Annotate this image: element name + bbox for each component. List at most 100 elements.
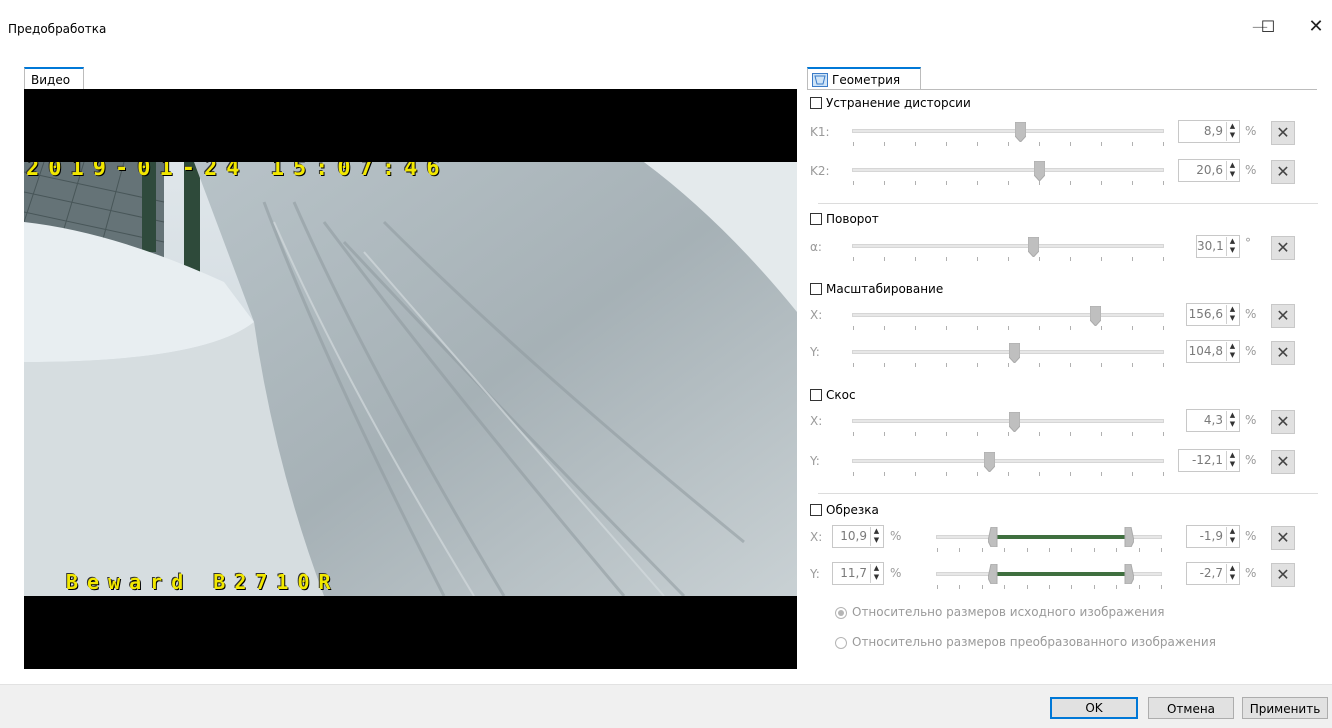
crop-x-label: X: — [810, 530, 823, 544]
crop-y-range-left-thumb[interactable] — [987, 564, 999, 584]
scale-y-label: Y: — [810, 345, 820, 359]
tab-video-label: Видео — [31, 73, 71, 87]
k2-slider-track[interactable] — [852, 168, 1164, 172]
scale-y-spinner[interactable]: ▲ ▼ — [1226, 342, 1238, 361]
crop-y-left-value: 11,7 — [840, 566, 867, 580]
skew-x-value-input[interactable]: 4,3 ▲ ▼ — [1186, 409, 1240, 432]
k2-reset-button[interactable]: ✕ — [1271, 160, 1295, 184]
k1-slider-track[interactable] — [852, 129, 1164, 133]
skew-y-slider-thumb[interactable] — [984, 452, 996, 472]
crop-relative-transformed-label: Относительно размеров преобразованного и… — [852, 635, 1216, 649]
separator — [818, 493, 1318, 494]
scale-x-spinner[interactable]: ▲ ▼ — [1226, 305, 1238, 324]
skew-y-spinner[interactable]: ▲ ▼ — [1226, 451, 1238, 470]
crop-x-left-unit: % — [890, 529, 902, 543]
alpha-slider-ticks — [853, 257, 1164, 261]
scale-y-slider-track[interactable] — [852, 350, 1164, 354]
scale-y-reset-button[interactable]: ✕ — [1271, 341, 1295, 365]
skew-y-slider-track[interactable] — [852, 459, 1164, 463]
skew-x-slider-track[interactable] — [852, 419, 1164, 423]
close-button[interactable]: ✕ — [1296, 14, 1332, 40]
crop-x-right-value: -1,9 — [1199, 529, 1223, 543]
alpha-reset-button[interactable]: ✕ — [1271, 236, 1295, 260]
alpha-value: 30,1 — [1197, 239, 1224, 253]
scale-x-value-input[interactable]: 156,6 ▲ ▼ — [1186, 303, 1240, 326]
skew-x-slider-thumb[interactable] — [1009, 412, 1021, 432]
k1-spinner[interactable]: ▲ ▼ — [1226, 122, 1238, 141]
skew-y-slider-ticks — [853, 472, 1164, 476]
tab-geometry[interactable]: Геометрия — [807, 67, 921, 89]
crop-y-left-unit: % — [890, 566, 902, 580]
crop-x-range-left-thumb[interactable] — [987, 527, 999, 547]
skew-x-unit: % — [1245, 413, 1257, 427]
scale-y-value-input[interactable]: 104,8 ▲ ▼ — [1186, 340, 1240, 363]
rotation-checkbox[interactable] — [810, 213, 822, 225]
video-camera-label: Beward B2710R — [66, 570, 340, 594]
skew-x-label: X: — [810, 414, 823, 428]
k2-spinner[interactable]: ▲ ▼ — [1226, 161, 1238, 180]
close-icon: ✕ — [1276, 565, 1290, 584]
scale-x-reset-button[interactable]: ✕ — [1271, 304, 1295, 328]
distortion-label: Устранение дисторсии — [826, 96, 971, 110]
apply-button[interactable]: Применить — [1242, 697, 1328, 719]
k2-unit: % — [1245, 163, 1257, 177]
crop-y-range-fill — [992, 572, 1129, 576]
alpha-slider-thumb[interactable] — [1027, 237, 1039, 257]
scaling-checkbox[interactable] — [810, 283, 822, 295]
crop-y-range-right-thumb[interactable] — [1123, 564, 1135, 584]
skew-x-value: 4,3 — [1203, 413, 1223, 427]
close-icon: ✕ — [1276, 343, 1290, 362]
crop-y-label: Y: — [810, 567, 820, 581]
crop-y-left-spinner[interactable]: ▲ ▼ — [870, 564, 882, 583]
crop-x-ticks — [937, 548, 1162, 552]
scale-y-slider-thumb[interactable] — [1009, 343, 1021, 363]
crop-x-range-right-thumb[interactable] — [1123, 527, 1135, 547]
k1-slider-thumb[interactable] — [1015, 122, 1027, 142]
close-icon: ✕ — [1276, 238, 1290, 257]
video-image — [24, 162, 797, 596]
distortion-checkbox[interactable] — [810, 97, 822, 109]
alpha-unit: ° — [1245, 236, 1251, 250]
k1-reset-button[interactable]: ✕ — [1271, 121, 1295, 145]
crop-y-left-input[interactable]: 11,7 ▲ ▼ — [832, 562, 884, 585]
skew-x-spinner[interactable]: ▲ ▼ — [1226, 411, 1238, 430]
maximize-button[interactable]: ☐ — [1248, 14, 1288, 40]
skew-y-value-input[interactable]: -12,1 ▲ ▼ — [1178, 449, 1240, 472]
crop-x-left-input[interactable]: 10,9 ▲ ▼ — [832, 525, 884, 548]
crop-x-reset-button[interactable]: ✕ — [1271, 526, 1295, 550]
skew-y-reset-button[interactable]: ✕ — [1271, 450, 1295, 474]
alpha-value-input[interactable]: 30,1 ▲ ▼ — [1196, 235, 1240, 258]
separator — [818, 203, 1318, 204]
crop-x-left-spinner[interactable]: ▲ ▼ — [870, 527, 882, 546]
ok-button[interactable]: OK — [1050, 697, 1138, 719]
skew-y-unit: % — [1245, 453, 1257, 467]
k1-value-input[interactable]: 8,9 ▲ ▼ — [1178, 120, 1240, 143]
cancel-button[interactable]: Отмена — [1148, 697, 1234, 719]
crop-x-right-unit: % — [1245, 529, 1257, 543]
alpha-spinner[interactable]: ▲ ▼ — [1226, 237, 1238, 256]
alpha-slider-track[interactable] — [852, 244, 1164, 248]
scale-x-slider-thumb[interactable] — [1090, 306, 1102, 326]
close-icon: ✕ — [1276, 452, 1290, 471]
crop-y-right-spinner[interactable]: ▲ ▼ — [1226, 564, 1238, 583]
scale-y-slider-ticks — [853, 363, 1164, 367]
crop-y-right-input[interactable]: -2,7 ▲ ▼ — [1186, 562, 1240, 585]
crop-checkbox[interactable] — [810, 504, 822, 516]
k2-slider-ticks — [853, 181, 1164, 185]
crop-y-reset-button[interactable]: ✕ — [1271, 563, 1295, 587]
skew-x-reset-button[interactable]: ✕ — [1271, 410, 1295, 434]
crop-y-ticks — [937, 585, 1162, 589]
crop-x-right-input[interactable]: -1,9 ▲ ▼ — [1186, 525, 1240, 548]
crop-relative-transformed-radio[interactable] — [835, 637, 847, 649]
k2-value-input[interactable]: 20,6 ▲ ▼ — [1178, 159, 1240, 182]
crop-relative-source-radio[interactable] — [835, 607, 847, 619]
skew-label: Скос — [826, 388, 856, 402]
skew-checkbox[interactable] — [810, 389, 822, 401]
tab-video[interactable]: Видео — [24, 67, 84, 89]
scale-x-slider-track[interactable] — [852, 313, 1164, 317]
window-title: Предобработка — [8, 22, 107, 36]
crop-x-left-value: 10,9 — [840, 529, 867, 543]
k2-slider-thumb[interactable] — [1034, 161, 1046, 181]
crop-x-right-spinner[interactable]: ▲ ▼ — [1226, 527, 1238, 546]
scale-x-slider-ticks — [853, 326, 1164, 330]
